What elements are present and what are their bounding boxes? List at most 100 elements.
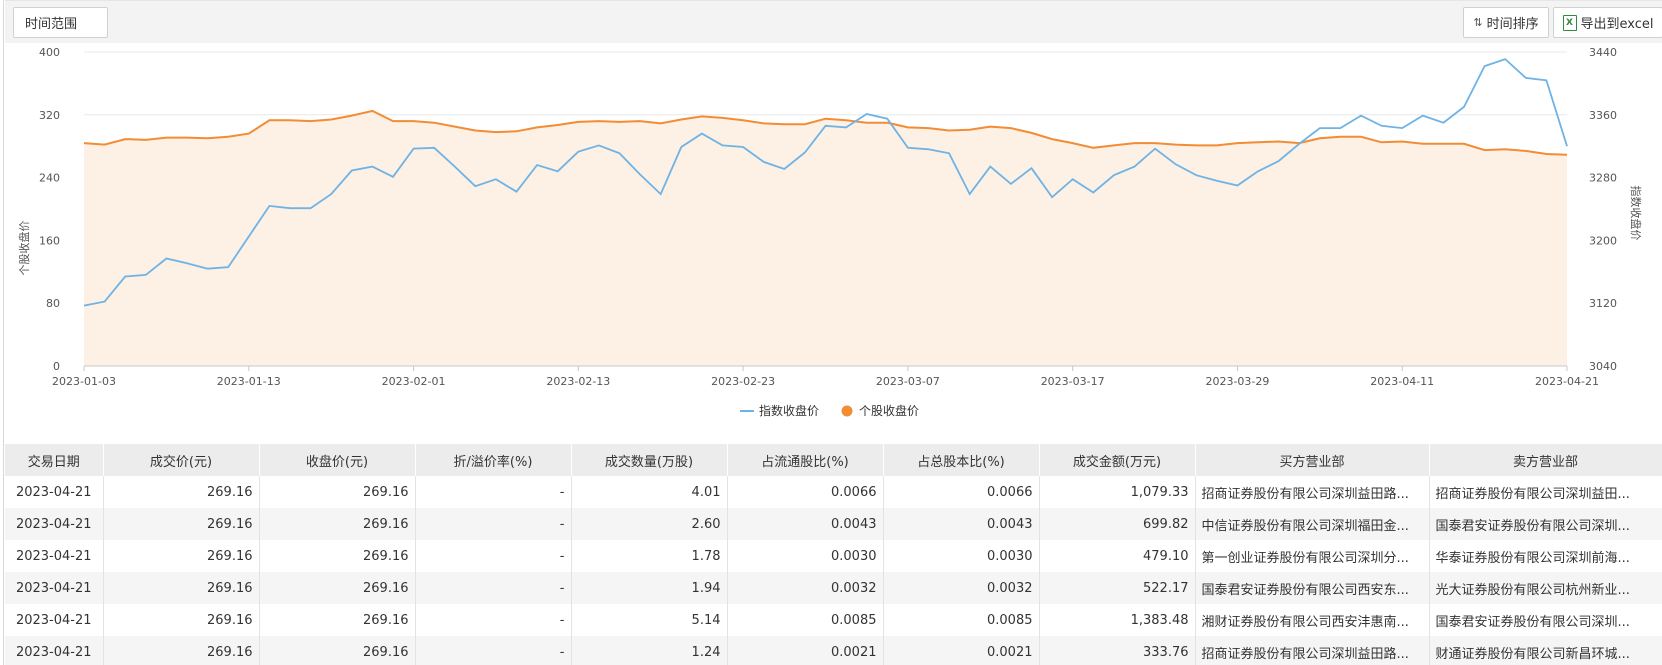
table-cell: 269.16 <box>259 572 416 604</box>
stock-price-area <box>84 110 1567 367</box>
table-cell: 1.24 <box>571 636 728 665</box>
toolbar: 时间范围 ⇅ 时间排序 X 导出到excel <box>5 0 1662 43</box>
table-header-row: 交易日期 成交价(元) 收盘价(元) 折/溢价率(%) 成交数量(万股) 占流通股比(%)… <box>5 444 1662 476</box>
table-cell: 269.16 <box>103 572 260 604</box>
y-axis-left-ticks: 0 80 160 240 320 400 <box>39 46 60 373</box>
table-cell: 269.16 <box>103 476 260 508</box>
x-tick-label: 2023-03-29 <box>1205 375 1269 388</box>
x-tick-label: 2023-02-23 <box>711 375 775 388</box>
table-cell: 269.16 <box>103 540 260 572</box>
y-right-tick-label: 3280 <box>1589 172 1617 185</box>
block-trade-table-wrapper: 交易日期 成交价(元) 收盘价(元) 折/溢价率(%) 成交数量(万股) 占流通股比(%)… <box>5 444 1662 665</box>
legend-stock-label: 个股收盘价 <box>859 403 919 418</box>
table-cell: 4.01 <box>571 476 728 508</box>
export-excel-button[interactable]: X 导出到excel <box>1553 7 1662 38</box>
table-cell: 1.78 <box>571 540 728 572</box>
table-cell: 5.14 <box>571 604 728 636</box>
table-cell: 0.0030 <box>883 540 1040 572</box>
table-cell: 522.17 <box>1039 572 1196 604</box>
time-range-button[interactable]: 时间范围 <box>13 7 108 38</box>
time-sort-button[interactable]: ⇅ 时间排序 <box>1463 7 1549 38</box>
table-cell: 招商证券股份有限公司深圳益田路... <box>1195 636 1430 665</box>
y-right-tick-label: 3440 <box>1589 46 1617 59</box>
column-header: 占总股本比(%) <box>883 444 1040 476</box>
table-cell: 0.0021 <box>727 636 884 665</box>
y-left-tick-label: 240 <box>39 172 60 185</box>
legend-index-label: 指数收盘价 <box>759 403 819 418</box>
table-row: 2023-04-21 269.16 269.16-4.01 0.0066 0.0066 1… <box>5 476 1662 508</box>
y-left-tick-label: 160 <box>39 234 60 247</box>
y-right-tick-label: 3040 <box>1589 360 1617 373</box>
x-tick-label: 2023-01-03 <box>52 375 116 388</box>
table-cell: 2023-04-21 <box>5 476 104 508</box>
y-left-tick-label: 80 <box>46 297 60 310</box>
table-cell: 0.0085 <box>727 604 884 636</box>
column-header: 交易日期 <box>5 444 104 476</box>
table-cell: 国泰君安证券股份有限公司深圳... <box>1429 604 1662 636</box>
table-cell: 华泰证券股份有限公司深圳前海... <box>1429 540 1662 572</box>
table-cell: 0.0032 <box>727 572 884 604</box>
table-cell: 269.16 <box>103 636 260 665</box>
x-axis-ticks: 2023-01-03 2023-01-13 2023-02-01 2023-02-13… <box>52 366 1599 388</box>
column-header: 买方营业部 <box>1195 444 1430 476</box>
table-cell: 269.16 <box>259 508 416 540</box>
column-header: 折/溢价率(%) <box>415 444 572 476</box>
x-tick-label: 2023-03-17 <box>1041 375 1105 388</box>
y-axis-left-label: 个股收盘价 <box>17 221 31 276</box>
legend: 指数收盘价 个股收盘价 <box>740 403 919 418</box>
table-cell: 269.16 <box>103 508 260 540</box>
y-right-tick-label: 3360 <box>1589 109 1617 122</box>
table-row: 2023-04-21 269.16 269.16-2.60 0.0043 0.0043 6… <box>5 508 1662 540</box>
x-tick-label: 2023-04-11 <box>1370 375 1434 388</box>
x-tick-label: 2023-02-01 <box>382 375 446 388</box>
y-left-tick-label: 0 <box>53 360 60 373</box>
table-cell: 0.0066 <box>883 476 1040 508</box>
price-chart: 2023-01-03 2023-01-13 2023-02-01 2023-02-13… <box>17 46 1643 418</box>
x-tick-label: 2023-03-07 <box>876 375 940 388</box>
table-cell: 269.16 <box>103 604 260 636</box>
block-trade-table: 交易日期 成交价(元) 收盘价(元) 折/溢价率(%) 成交数量(万股) 占流通股比(%)… <box>5 444 1662 665</box>
table-cell: - <box>415 508 572 540</box>
table-row: 2023-04-21 269.16 269.16-1.78 0.0030 0.0030 4… <box>5 540 1662 572</box>
table-cell: 333.76 <box>1039 636 1196 665</box>
table-cell: 2023-04-21 <box>5 604 104 636</box>
table-cell: 479.10 <box>1039 540 1196 572</box>
time-range-label: 时间范围 <box>25 17 78 32</box>
table-cell: 国泰君安证券股份有限公司西安东... <box>1195 572 1430 604</box>
table-cell: 2023-04-21 <box>5 572 104 604</box>
table-cell: 0.0085 <box>883 604 1040 636</box>
table-cell: 2023-04-21 <box>5 508 104 540</box>
table-cell: 2.60 <box>571 508 728 540</box>
table-cell: 0.0030 <box>727 540 884 572</box>
table-cell: - <box>415 476 572 508</box>
table-row: 2023-04-21 269.16 269.16-1.94 0.0032 0.0032 5… <box>5 572 1662 604</box>
y-axis-right-ticks: 3040 3120 3200 3280 3360 3440 <box>1589 46 1617 373</box>
table-cell: 269.16 <box>259 476 416 508</box>
table-cell: 1.94 <box>571 572 728 604</box>
table-cell: 0.0043 <box>883 508 1040 540</box>
table-cell: - <box>415 572 572 604</box>
table-cell: 699.82 <box>1039 508 1196 540</box>
column-header: 卖方营业部 <box>1429 444 1662 476</box>
x-tick-label: 2023-02-13 <box>546 375 610 388</box>
y-right-tick-label: 3120 <box>1589 297 1617 310</box>
table-cell: 1,383.48 <box>1039 604 1196 636</box>
table-cell: 国泰君安证券股份有限公司深圳... <box>1429 508 1662 540</box>
table-cell: - <box>415 540 572 572</box>
y-axis-right-label: 指数收盘价 <box>1629 186 1643 241</box>
table-cell: 269.16 <box>259 540 416 572</box>
table-cell: 0.0032 <box>883 572 1040 604</box>
table-cell: 2023-04-21 <box>5 636 104 665</box>
table-row: 2023-04-21 269.16 269.16-5.14 0.0085 0.0085 1… <box>5 604 1662 636</box>
legend-stock-swatch <box>841 405 853 417</box>
table-cell: 269.16 <box>259 604 416 636</box>
table-cell: 269.16 <box>259 636 416 665</box>
column-header: 占流通股比(%) <box>727 444 884 476</box>
table-cell: 0.0043 <box>727 508 884 540</box>
table-cell: 0.0021 <box>883 636 1040 665</box>
table-cell: 0.0066 <box>727 476 884 508</box>
table-cell: 第一创业证券股份有限公司深圳分... <box>1195 540 1430 572</box>
table-cell: 湘财证券股份有限公司西安沣惠南... <box>1195 604 1430 636</box>
time-sort-label: 时间排序 <box>1486 17 1539 32</box>
y-left-tick-label: 400 <box>39 46 60 59</box>
